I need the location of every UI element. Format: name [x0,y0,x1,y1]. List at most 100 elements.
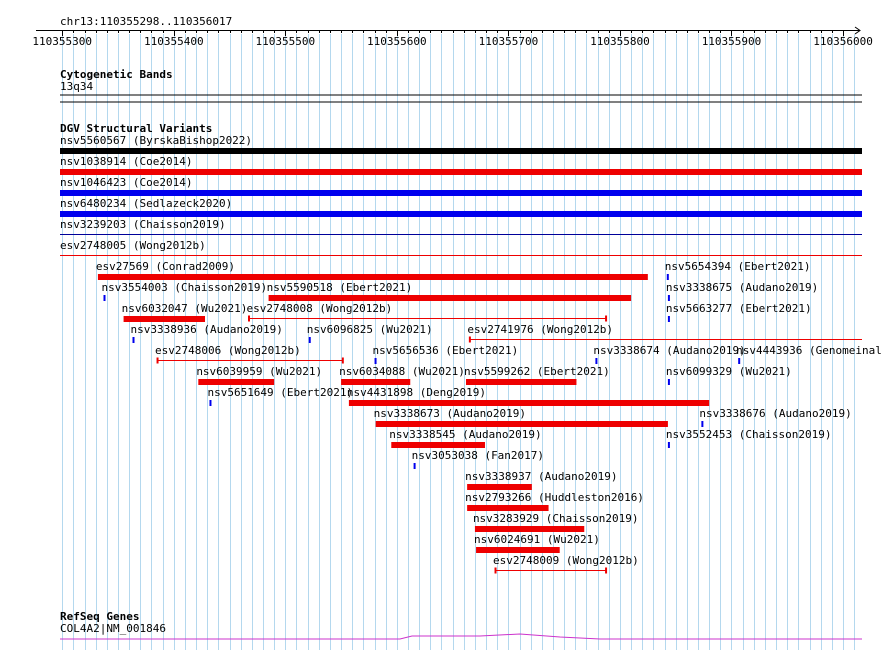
variant-bar[interactable] [60,211,862,217]
variant-label: nsv6039959 (Wu2021) [196,365,322,378]
variant-nsv6039959[interactable]: nsv6039959 (Wu2021) [196,365,322,385]
ruler-tick-label: 110355500 [256,35,316,48]
refseq-gene-label[interactable]: COL4A2|NM_001846 [60,622,166,635]
variant-label: nsv5651649 (Ebert2021) [207,386,353,399]
variant-bar[interactable] [467,484,532,490]
variant-nsv5590518[interactable]: nsv5590518 (Ebert2021) [267,281,632,301]
variant-point-mark[interactable] [701,421,704,427]
variant-nsv3283929[interactable]: nsv3283929 (Chaisson2019) [473,512,639,532]
variant-bar[interactable] [268,295,632,301]
variant-bar[interactable] [391,442,485,448]
ruler-tick-label: 110355600 [367,35,427,48]
variant-point-mark[interactable] [595,358,598,364]
variant-nsv6024691[interactable]: nsv6024691 (Wu2021) [474,533,600,553]
variant-nsv6099329[interactable]: nsv6099329 (Wu2021) [666,365,792,385]
variant-point-mark[interactable] [374,358,377,364]
variant-nsv3552453[interactable]: nsv3552453 (Chaisson2019) [666,428,832,448]
ruler-tick-label: 110355900 [702,35,762,48]
variant-point-mark[interactable] [666,274,669,280]
gene-feature-line[interactable] [60,633,862,640]
variant-esv2748008[interactable]: esv2748008 (Wong2012b) [247,302,608,322]
variant-label: nsv3554003 (Chaisson2019) [102,281,268,294]
variant-esv2741976[interactable]: esv2741976 (Wong2012b) [467,323,862,343]
variant-nsv6096825[interactable]: nsv6096825 (Wu2021) [307,323,433,343]
variant-nsv6032047[interactable]: nsv6032047 (Wu2021) [122,302,248,322]
variant-label: nsv3338936 (Audano2019) [131,323,283,336]
variant-bar[interactable] [97,274,648,280]
variant-esv2748005[interactable]: esv2748005 (Wong2012b) [60,239,862,256]
variant-nsv5656536[interactable]: nsv5656536 (Ebert2021) [373,344,519,364]
variant-nsv3554003[interactable]: nsv3554003 (Chaisson2019) [102,281,268,301]
variant-bar[interactable] [476,547,560,553]
variant-label: esv2748008 (Wong2012b) [247,302,393,315]
variant-nsv5654394[interactable]: nsv5654394 (Ebert2021) [665,260,811,280]
variant-esv2748006[interactable]: esv2748006 (Wong2012b) [155,344,344,364]
variant-nsv2793266[interactable]: nsv2793266 (Huddleston2016) [465,491,644,511]
variant-point-mark[interactable] [103,295,106,301]
variant-esv27569[interactable]: esv27569 (Conrad2009) [96,260,648,280]
variant-label: nsv3338937 (Audano2019) [465,470,617,483]
variant-nsv3338545[interactable]: nsv3338545 (Audano2019) [389,428,542,448]
variant-esv2748009[interactable]: esv2748009 (Wong2012b) [493,554,639,574]
variant-nsv1046423[interactable]: nsv1046423 (Coe2014) [60,176,862,196]
variant-nsv4443936[interactable]: nsv4443936 (Genomeinal [736,344,882,364]
variant-nsv3338937[interactable]: nsv3338937 (Audano2019) [465,470,617,490]
variant-nsv5599262[interactable]: nsv5599262 (Ebert2021) [464,365,610,385]
variant-point-mark[interactable] [209,400,212,406]
variant-bar[interactable] [123,316,206,322]
variant-label: esv2748009 (Wong2012b) [493,554,639,567]
variant-point-mark[interactable] [413,463,416,469]
variant-label: nsv6032047 (Wu2021) [122,302,248,315]
coordinate-ruler[interactable]: 110355300 110355400 110355500 110355600 1103… [32,26,873,48]
variant-bar[interactable] [466,379,577,385]
variant-label: nsv3338545 (Audano2019) [389,428,541,441]
variant-label: esv2741976 (Wong2012b) [467,323,613,336]
variant-nsv3239203[interactable]: nsv3239203 (Chaisson2019) [60,218,862,235]
variant-label: nsv5654394 (Ebert2021) [665,260,811,273]
variant-nsv5651649[interactable]: nsv5651649 (Ebert2021) [207,386,353,406]
variant-nsv3338676[interactable]: nsv3338676 (Audano2019) [699,407,852,427]
variant-point-mark[interactable] [667,379,670,385]
variant-nsv3338675[interactable]: nsv3338675 (Audano2019) [666,281,818,301]
variant-point-mark[interactable] [132,337,135,343]
variant-bar[interactable] [60,169,862,175]
variant-nsv3053038[interactable]: nsv3053038 (Fan2017) [412,449,544,469]
variant-point-mark[interactable] [738,358,741,364]
variant-label: nsv5560567 (ByrskaBishop2022) [60,134,252,147]
variant-bar[interactable] [375,421,668,427]
variant-point-mark[interactable] [308,337,311,343]
variant-label: nsv6024691 (Wu2021) [474,533,600,546]
ruler-tick-label: 110355300 [32,35,92,48]
cytoband-label: 13q34 [60,80,93,93]
variant-nsv3338673[interactable]: nsv3338673 (Audano2019) [374,407,668,427]
variant-nsv3338674[interactable]: nsv3338674 (Audano2019) [593,344,746,364]
variant-label: nsv3239203 (Chaisson2019) [60,218,226,231]
variant-label: nsv6480234 (Sedlazeck2020) [60,197,232,210]
variant-label: esv2748006 (Wong2012b) [155,344,301,357]
variant-nsv6034088[interactable]: nsv6034088 (Wu2021) [339,365,465,385]
variant-nsv4431898[interactable]: nsv4431898 (Deng2019) [347,386,710,406]
ruler-tick-label: 110355400 [144,35,204,48]
variant-nsv3338936[interactable]: nsv3338936 (Audano2019) [131,323,283,343]
variant-bar[interactable] [341,379,411,385]
variant-label: nsv3552453 (Chaisson2019) [666,428,832,441]
ruler-tick-label: 110355800 [590,35,650,48]
variant-nsv6480234[interactable]: nsv6480234 (Sedlazeck2020) [60,197,862,217]
variant-nsv5560567[interactable]: nsv5560567 (ByrskaBishop2022) [60,134,862,154]
variant-bar[interactable] [348,400,710,406]
variant-point-mark[interactable] [667,442,670,448]
variant-label: nsv4443936 (Genomeinal [736,344,882,357]
variant-point-mark[interactable] [667,316,670,322]
ruler-tick-label: 110355700 [479,35,539,48]
variant-nsv1038914[interactable]: nsv1038914 (Coe2014) [60,155,862,175]
variant-bar[interactable] [60,190,862,196]
variant-bar[interactable] [467,505,549,511]
variant-label: nsv5590518 (Ebert2021) [267,281,413,294]
variant-label: nsv5656536 (Ebert2021) [373,344,519,357]
variant-bar[interactable] [60,148,862,154]
variant-bar[interactable] [198,379,275,385]
variant-point-mark[interactable] [667,295,670,301]
variant-bar[interactable] [474,526,585,532]
genome-browser-panel: chr13:110355298..110356017 110355300 1103… [32,15,882,650]
variant-label: nsv6099329 (Wu2021) [666,365,792,378]
